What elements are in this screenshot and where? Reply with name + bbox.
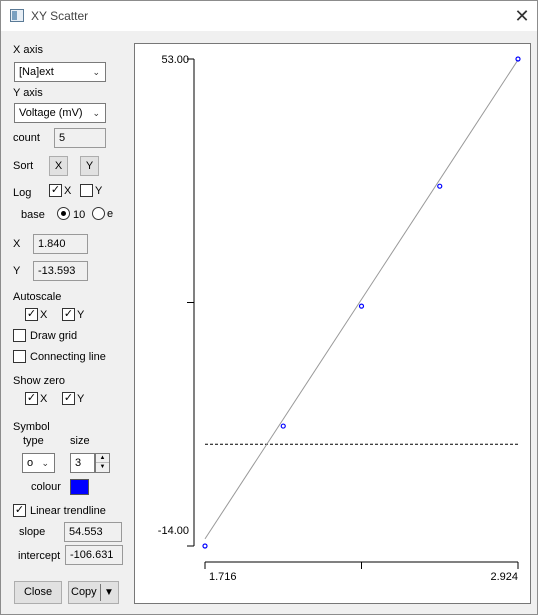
intercept-label: intercept [18, 550, 61, 562]
base-e-label: e [107, 208, 114, 220]
spin-down-icon[interactable]: ▼ [96, 463, 109, 472]
symbol-size-input[interactable]: 3 [70, 453, 95, 473]
y-tick-label-max: 53.00 [161, 54, 189, 66]
show-zero-label: Show zero [13, 375, 65, 387]
log-y-label: Y [95, 185, 103, 197]
x-tick-label-max: 2.924 [490, 571, 518, 583]
linear-trendline-checkbox[interactable]: ✓ [13, 504, 26, 517]
base-10-label: 10 [73, 209, 86, 221]
intercept-field: -106.631 [65, 545, 123, 565]
checkmark-icon: ✓ [14, 504, 25, 516]
sort-y-button[interactable]: Y [80, 156, 99, 176]
data-point [515, 56, 521, 62]
cursor-y-label: Y [13, 265, 21, 277]
show-zero-y-label: Y [77, 393, 85, 405]
spin-up-icon[interactable]: ▲ [96, 454, 109, 463]
checkmark-icon: ✓ [26, 392, 37, 404]
y-axis-label: Y axis [13, 87, 43, 99]
data-point [437, 183, 443, 189]
sort-label: Sort [13, 160, 34, 172]
symbol-size-label: size [70, 435, 90, 447]
x-axis-label: X axis [13, 44, 43, 56]
x-axis-select-value: [Na]ext [19, 66, 54, 78]
log-x-checkbox[interactable]: ✓ [49, 184, 62, 197]
autoscale-y-label: Y [77, 309, 85, 321]
count-label: count [13, 132, 40, 144]
y-tick-label-min: -14.00 [158, 525, 189, 537]
copy-button-label: Copy [71, 586, 97, 598]
x-tick-label-min: 1.716 [209, 571, 237, 583]
base-10-radio[interactable] [57, 207, 70, 220]
cursor-y-field: -13.593 [33, 261, 88, 281]
symbol-type-select[interactable]: o ⌄ [22, 453, 55, 473]
colour-swatch[interactable] [70, 479, 89, 495]
checkmark-icon: ✓ [50, 184, 61, 196]
colour-label: colour [31, 481, 61, 493]
y-axis-select-value: Voltage (mV) [19, 107, 83, 119]
window-title: XY Scatter [31, 9, 89, 23]
draw-grid-checkbox[interactable] [13, 329, 26, 342]
copy-dropdown-icon[interactable]: ▼ [104, 582, 114, 603]
autoscale-label: Autoscale [13, 291, 62, 303]
x-axis-select[interactable]: [Na]ext ⌄ [14, 62, 106, 82]
autoscale-y-checkbox[interactable]: ✓ [62, 308, 75, 321]
log-x-label: X [64, 185, 72, 197]
symbol-type-label: type [23, 435, 44, 447]
sort-x-button[interactable]: X [49, 156, 68, 176]
chevron-down-icon: ⌄ [41, 458, 49, 468]
draw-grid-label: Draw grid [30, 330, 78, 342]
plot-area[interactable]: 53.00 -14.00 1.716 2.924 [134, 43, 531, 604]
checkmark-icon: ✓ [26, 308, 37, 320]
base-e-radio[interactable] [92, 207, 105, 220]
copy-button[interactable]: Copy ▼ [68, 581, 119, 604]
data-point [358, 303, 365, 309]
xy-scatter-window: XY Scatter ✕ X axis [Na]ext ⌄ Y axis Vol… [0, 0, 538, 615]
y-axis-select[interactable]: Voltage (mV) ⌄ [14, 103, 106, 123]
autoscale-x-label: X [40, 309, 48, 321]
title-bar: XY Scatter ✕ [1, 1, 537, 31]
autoscale-x-checkbox[interactable]: ✓ [25, 308, 38, 321]
count-field: 5 [54, 128, 106, 148]
chevron-down-icon: ⌄ [92, 108, 100, 118]
show-zero-y-checkbox[interactable]: ✓ [62, 392, 75, 405]
symbol-label: Symbol [13, 421, 50, 433]
data-point [280, 423, 286, 429]
symbol-type-value: o [27, 457, 34, 469]
slope-label: slope [19, 526, 46, 538]
checkmark-icon: ✓ [63, 308, 74, 320]
cursor-x-label: X [13, 238, 21, 250]
log-label: Log [13, 187, 32, 199]
close-button[interactable]: Close [14, 581, 62, 604]
close-window-icon[interactable]: ✕ [511, 5, 533, 27]
connecting-line-label: Connecting line [30, 351, 106, 363]
log-y-checkbox[interactable] [80, 184, 93, 197]
linear-trendline-label: Linear trendline [30, 505, 106, 517]
show-zero-x-label: X [40, 393, 48, 405]
symbol-size-spinner[interactable]: ▲ ▼ [95, 453, 110, 473]
cursor-x-field: 1.840 [33, 234, 88, 254]
data-point [202, 543, 208, 549]
base-label: base [21, 209, 45, 221]
show-zero-x-checkbox[interactable]: ✓ [25, 392, 38, 405]
copy-split-divider [100, 584, 101, 601]
scatter-chart: 53.00 -14.00 1.716 2.924 [158, 54, 521, 583]
trendline [204, 59, 519, 540]
checkmark-icon: ✓ [63, 392, 74, 404]
slope-field: 54.553 [64, 522, 122, 542]
chevron-down-icon: ⌄ [92, 67, 100, 77]
connecting-line-checkbox[interactable] [13, 350, 26, 363]
app-icon [10, 9, 24, 22]
